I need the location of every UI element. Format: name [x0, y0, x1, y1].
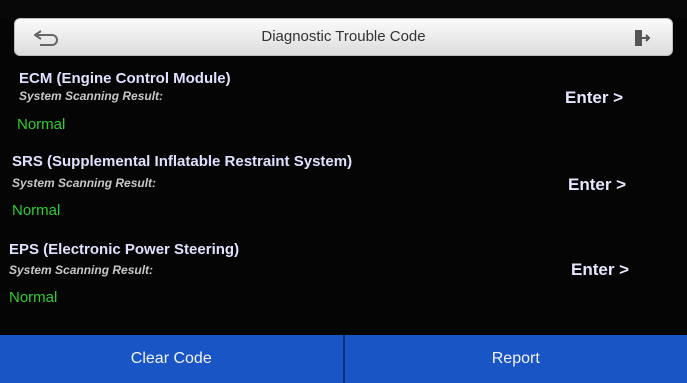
system-name: ECM (Engine Control Module): [19, 70, 231, 87]
clear-code-button[interactable]: Clear Code: [0, 335, 343, 383]
action-bar: Clear Code Report: [0, 335, 687, 383]
enter-button-eps[interactable]: Enter >: [571, 260, 629, 280]
report-button[interactable]: Report: [342, 335, 687, 383]
status-bar: [0, 0, 687, 18]
scan-result-label: System Scanning Result:: [12, 176, 157, 190]
scan-result-label: System Scanning Result:: [19, 89, 164, 103]
system-name: SRS (Supplemental Inflatable Restraint S…: [12, 153, 353, 170]
page-title: Diagnostic Trouble Code: [261, 28, 426, 45]
enter-button-srs[interactable]: Enter >: [568, 175, 626, 195]
scan-result-label: System Scanning Result:: [9, 263, 154, 277]
exit-button[interactable]: [626, 26, 658, 50]
scan-result-value: Normal: [9, 289, 58, 306]
exit-icon: [635, 30, 651, 46]
device-screen: Diagnostic Trouble Code ECM (Engine Cont…: [0, 0, 687, 383]
system-row-eps: EPS (Electronic Power Steering) System S…: [0, 238, 687, 324]
scan-result-value: Normal: [17, 116, 66, 133]
system-row-srs: SRS (Supplemental Inflatable Restraint S…: [0, 150, 687, 236]
system-name: EPS (Electronic Power Steering): [9, 241, 240, 258]
system-row-ecm: ECM (Engine Control Module) System Scann…: [0, 64, 687, 150]
enter-button-ecm[interactable]: Enter >: [565, 88, 623, 108]
title-bar: Diagnostic Trouble Code: [14, 18, 673, 56]
scan-result-value: Normal: [12, 202, 61, 219]
